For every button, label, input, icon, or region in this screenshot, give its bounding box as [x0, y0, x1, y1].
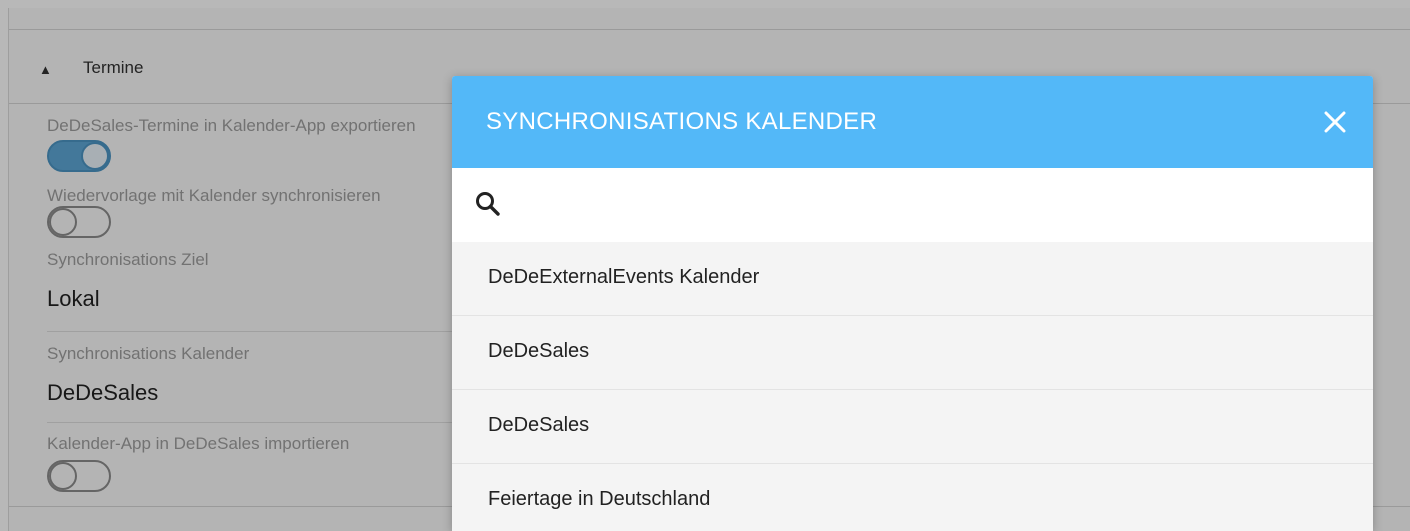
search-icon — [476, 192, 500, 216]
list-item-label: Feiertage in Deutschland — [488, 488, 711, 510]
list-item-label: DeDeSales — [488, 340, 590, 362]
search-input[interactable] — [522, 182, 1342, 228]
list-item[interactable]: DeDeSales — [452, 316, 1373, 390]
close-button[interactable] — [1317, 104, 1353, 140]
close-icon — [1324, 111, 1346, 133]
dialog-title: SYNCHRONISATIONS KALENDER — [486, 108, 878, 135]
list-item-label: DeDeSales — [488, 414, 590, 436]
calendar-picker-dialog: SYNCHRONISATIONS KALENDER DeDeExternalEv… — [452, 76, 1373, 531]
search-bar — [452, 168, 1373, 242]
list-item[interactable]: Feiertage in Deutschland — [452, 464, 1373, 531]
list-item[interactable]: DeDeSales — [452, 390, 1373, 464]
list-item-label: DeDeExternalEvents Kalender — [488, 266, 760, 288]
list-item[interactable]: DeDeExternalEvents Kalender — [452, 242, 1373, 316]
dialog-header: SYNCHRONISATIONS KALENDER — [452, 76, 1373, 168]
calendar-list: DeDeExternalEvents Kalender DeDeSales De… — [452, 242, 1373, 531]
